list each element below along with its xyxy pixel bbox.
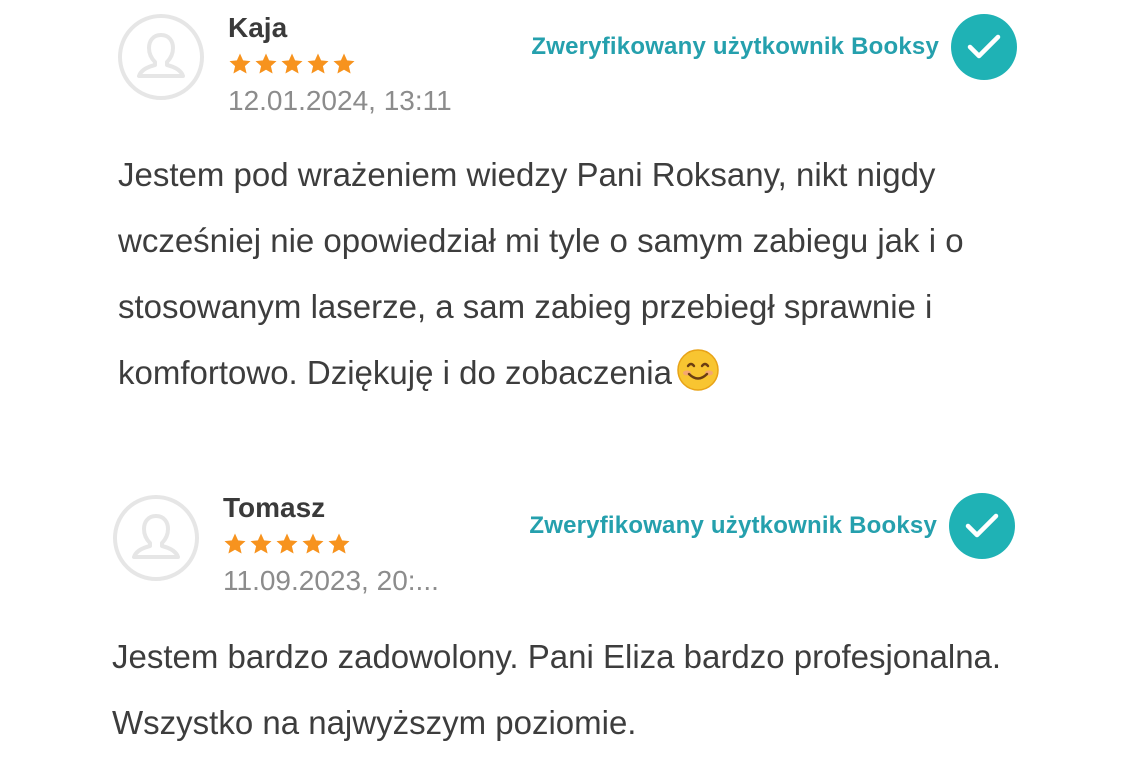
user-avatar-icon	[112, 494, 200, 582]
verified-badge: Zweryfikowany użytkownik Booksy	[529, 493, 1015, 559]
author-block: Kaja 12.01.2024, 13:11	[228, 10, 452, 118]
star-icon	[302, 533, 324, 554]
star-icon	[333, 53, 355, 74]
star-rating	[223, 532, 439, 558]
checkmark-circle-icon	[949, 493, 1015, 559]
smiling-face-emoji-icon	[676, 348, 720, 392]
author-name: Kaja	[228, 12, 288, 43]
verified-label: Zweryfikowany użytkownik Booksy	[531, 33, 939, 60]
star-icon	[255, 53, 277, 74]
author-block: Tomasz 11.09.2023, 20:...	[223, 490, 439, 598]
review-date: 11.09.2023, 20:...	[223, 565, 439, 596]
star-icon	[307, 53, 329, 74]
review-text-content: Jestem pod wrażeniem wiedzy Pani Roksany…	[118, 156, 964, 391]
star-icon	[224, 533, 246, 554]
verified-label: Zweryfikowany użytkownik Booksy	[529, 512, 937, 539]
author-name: Tomasz	[223, 492, 326, 523]
star-icon	[250, 533, 272, 554]
star-icon	[229, 53, 251, 74]
user-avatar-icon	[117, 13, 205, 101]
star-icon	[328, 533, 350, 554]
review-date: 12.01.2024, 13:11	[228, 85, 452, 116]
review-text: Jestem bardzo zadowolony. Pani Eliza bar…	[112, 638, 1002, 741]
star-rating	[228, 52, 452, 78]
star-icon	[281, 53, 303, 74]
verified-badge: Zweryfikowany użytkownik Booksy	[531, 14, 1017, 80]
checkmark-circle-icon	[951, 14, 1017, 80]
review-text: Jestem pod wrażeniem wiedzy Pani Roksany…	[118, 142, 1018, 406]
star-icon	[276, 533, 298, 554]
